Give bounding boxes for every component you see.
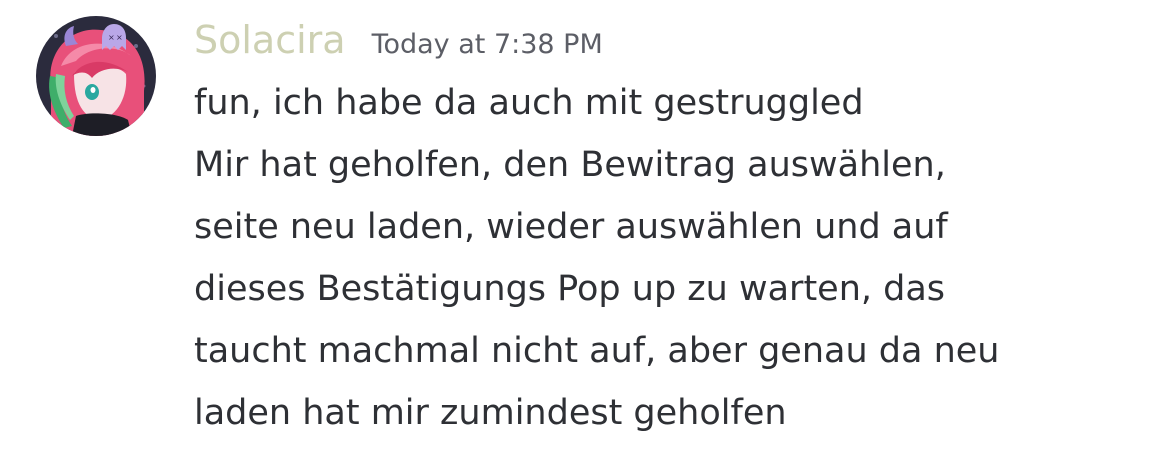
message-line: laden hat mir zumindest geholfen — [194, 393, 787, 433]
message-line: fun, ich habe da auch mit gestruggled — [194, 83, 864, 123]
user-avatar[interactable]: × × — [36, 16, 156, 136]
chat-message: × × Solacira Today at 7:38 PM fun, ich h… — [0, 0, 1170, 474]
avatar-image: × × — [36, 16, 156, 136]
message-line: Mir hat geholfen, den Bewitrag auswählen… — [194, 145, 946, 185]
author-name[interactable]: Solacira — [194, 12, 346, 68]
message-header: Solacira Today at 7:38 PM — [194, 12, 603, 68]
message-line: taucht machmal nicht auf, aber genau da … — [194, 331, 1000, 371]
message-timestamp: Today at 7:38 PM — [371, 29, 603, 60]
svg-text:×: × — [116, 33, 123, 42]
message-line: dieses Bestätigungs Pop up zu warten, da… — [194, 269, 946, 309]
svg-text:×: × — [108, 33, 115, 42]
message-content: fun, ich habe da auch mit gestruggled Mi… — [194, 72, 1144, 444]
message-line: seite neu laden, wieder auswählen und au… — [194, 207, 948, 247]
